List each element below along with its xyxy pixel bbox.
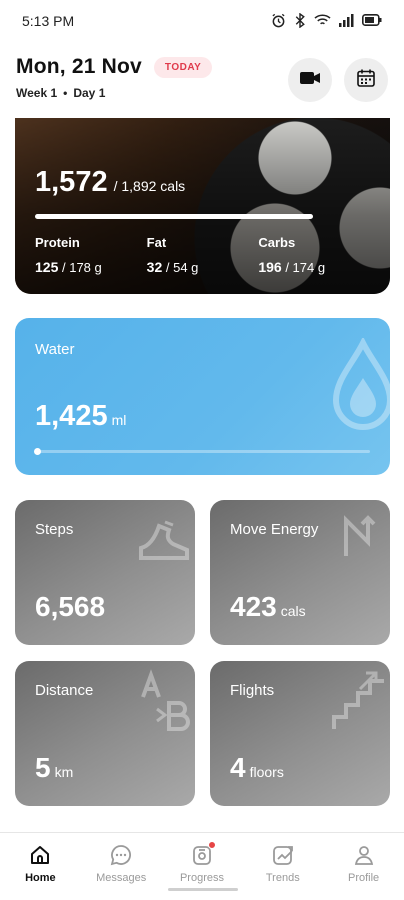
macro-value: 125 / 178 g bbox=[35, 259, 102, 275]
week-label: Week 1 bbox=[16, 86, 58, 100]
calories-consumed: 1,572 bbox=[35, 166, 108, 198]
macros-row: Protein 125 / 178 g Fat 32 / 54 g Carbs … bbox=[35, 235, 370, 275]
flights-label: Flights bbox=[230, 682, 275, 699]
macro-value: 32 / 54 g bbox=[146, 259, 199, 275]
water-card[interactable]: Water 1,425 ml bbox=[15, 318, 390, 475]
flights-card[interactable]: Flights 4 floors bbox=[210, 661, 390, 806]
shoe-icon bbox=[135, 508, 193, 573]
calories-summary: 1,572 / 1,892 cals bbox=[35, 166, 185, 199]
nav-item-trends[interactable]: Trends bbox=[242, 833, 323, 900]
move-energy-unit: cals bbox=[280, 603, 306, 619]
macro-value: 196 / 174 g bbox=[258, 259, 326, 275]
wifi-icon bbox=[314, 13, 331, 29]
stairs-icon bbox=[330, 669, 388, 738]
water-progress-track bbox=[35, 450, 370, 453]
nav-label: Messages bbox=[96, 872, 147, 884]
flights-value: 4 floors bbox=[230, 752, 284, 783]
chat-icon bbox=[109, 843, 133, 867]
header: Mon, 21 Nov TODAY Week 1 • Day 1 bbox=[16, 55, 388, 105]
distance-label: Distance bbox=[35, 682, 94, 699]
nav-item-home[interactable]: Home bbox=[0, 833, 81, 900]
water-progress-handle[interactable] bbox=[34, 448, 41, 455]
home-icon bbox=[28, 843, 52, 867]
water-value: 1,425 ml bbox=[35, 400, 127, 432]
macro-fat: Fat 32 / 54 g bbox=[147, 235, 259, 275]
calories-progress-bar bbox=[35, 214, 313, 219]
notification-dot bbox=[207, 841, 216, 849]
separator-dot: • bbox=[63, 86, 68, 100]
move-energy-card[interactable]: Move Energy 423 cals bbox=[210, 500, 390, 645]
alarm-icon bbox=[271, 13, 286, 30]
distance-card[interactable]: Distance 5 km bbox=[15, 661, 195, 806]
trends-icon bbox=[271, 843, 295, 867]
signal-icon bbox=[339, 13, 354, 29]
water-drop-icon bbox=[328, 336, 390, 443]
nav-item-messages[interactable]: Messages bbox=[81, 833, 162, 900]
calories-target: / 1,892 cals bbox=[113, 178, 186, 194]
a-to-b-icon bbox=[135, 669, 193, 738]
page-title[interactable]: Mon, 21 Nov bbox=[16, 55, 142, 79]
nav-label: Trends bbox=[265, 872, 300, 884]
flights-unit: floors bbox=[249, 764, 284, 780]
header-actions bbox=[288, 58, 388, 102]
move-energy-value: 423 cals bbox=[230, 591, 306, 622]
water-unit: ml bbox=[111, 412, 127, 428]
battery-icon bbox=[362, 14, 382, 28]
video-button[interactable] bbox=[288, 58, 332, 102]
steps-label: Steps bbox=[35, 521, 74, 538]
distance-unit: km bbox=[54, 764, 74, 780]
steps-value: 6,568 bbox=[35, 591, 106, 622]
steps-card[interactable]: Steps 6,568 bbox=[15, 500, 195, 645]
nav-item-profile[interactable]: Profile bbox=[323, 833, 404, 900]
person-icon bbox=[352, 843, 376, 867]
status-icons bbox=[271, 12, 382, 30]
macro-carbs: Carbs 196 / 174 g bbox=[258, 235, 370, 275]
nav-label: Progress bbox=[179, 872, 224, 884]
macro-label: Carbs bbox=[258, 235, 296, 250]
status-bar: 5:13 PM bbox=[0, 0, 404, 42]
water-label: Water bbox=[35, 341, 75, 358]
calendar-icon bbox=[356, 68, 376, 93]
move-energy-label: Move Energy bbox=[230, 521, 319, 538]
nav-label: Home bbox=[25, 872, 56, 884]
nav-label: Profile bbox=[347, 872, 380, 884]
status-time: 5:13 PM bbox=[22, 13, 75, 29]
video-icon bbox=[299, 70, 321, 91]
macro-label: Fat bbox=[146, 235, 167, 250]
calendar-button[interactable] bbox=[344, 58, 388, 102]
progress-icon bbox=[190, 841, 216, 867]
distance-value: 5 km bbox=[35, 752, 74, 783]
bluetooth-icon bbox=[294, 12, 306, 30]
bottom-nav: Home Messages Progress Trends Profile bbox=[0, 832, 404, 900]
lightning-icon bbox=[330, 508, 388, 573]
home-indicator bbox=[168, 888, 238, 891]
today-badge[interactable]: TODAY bbox=[153, 56, 213, 78]
day-label: Day 1 bbox=[73, 86, 106, 100]
calories-content: 1,572 / 1,892 cals Protein 125 / 178 g F… bbox=[15, 118, 390, 294]
calories-card[interactable]: 1,572 / 1,892 cals Protein 125 / 178 g F… bbox=[15, 118, 390, 294]
macro-label: Protein bbox=[35, 235, 80, 250]
macro-protein: Protein 125 / 178 g bbox=[35, 235, 147, 275]
